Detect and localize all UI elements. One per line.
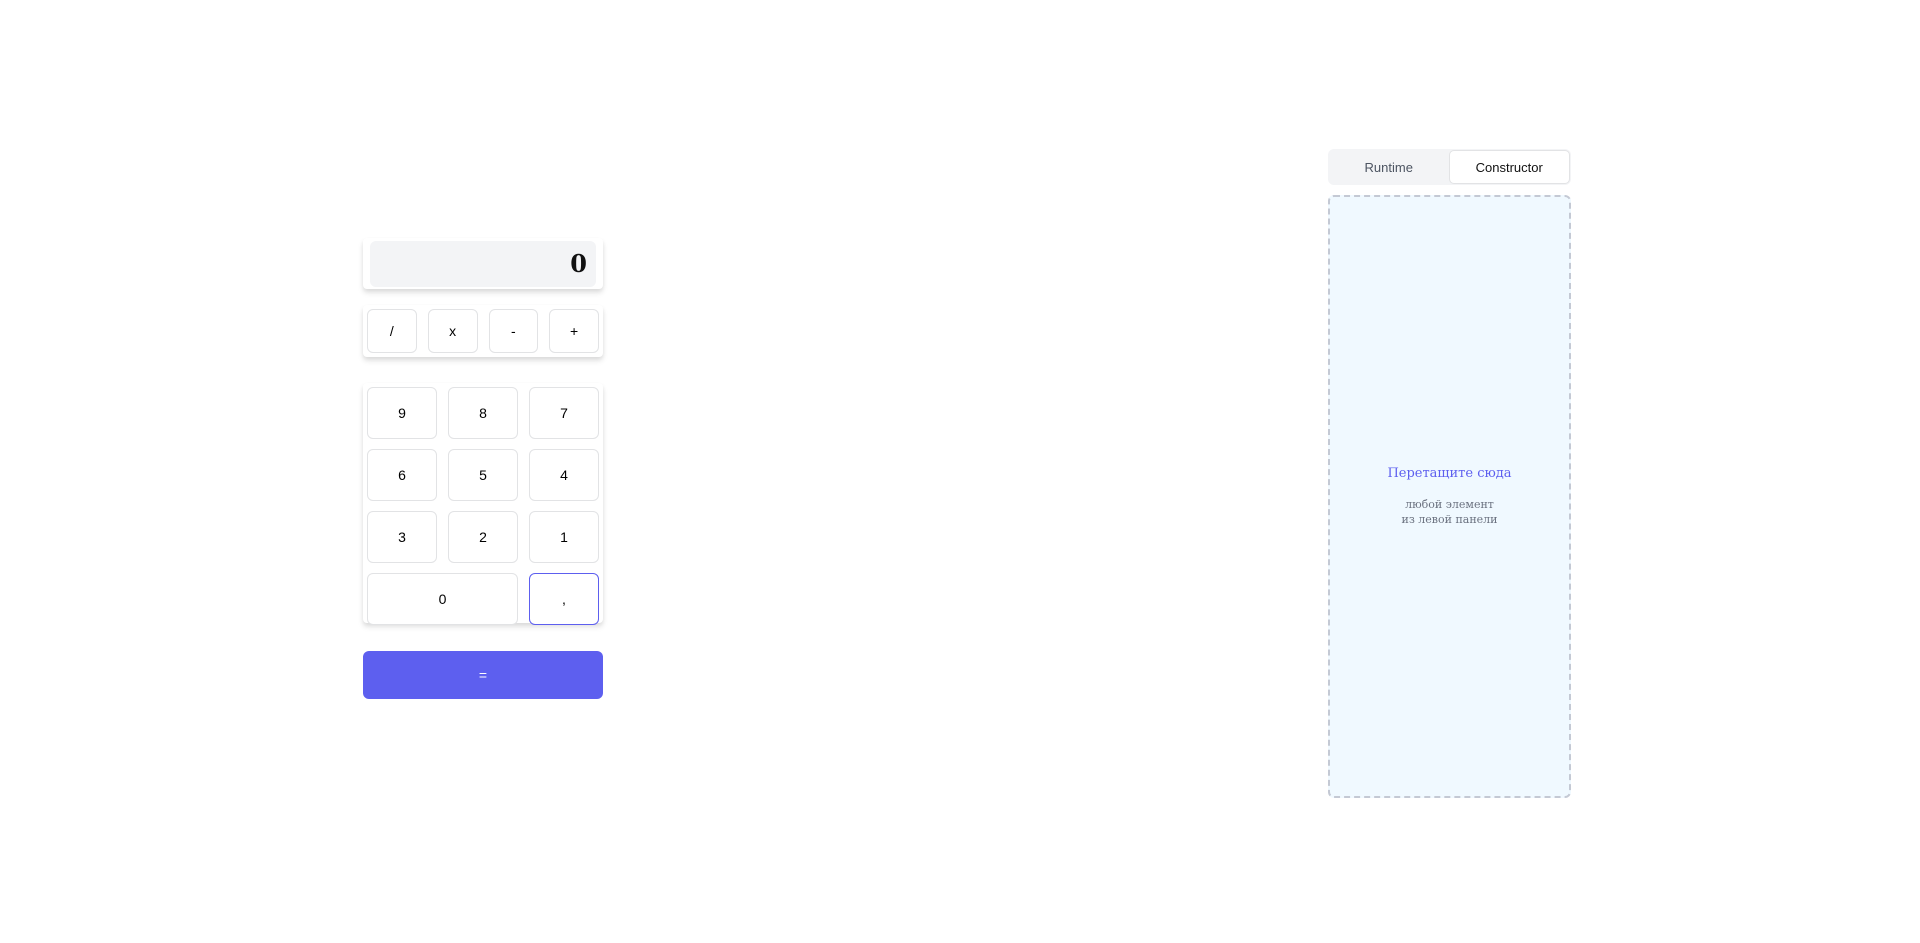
digit-6-button[interactable]: 6 xyxy=(367,449,437,501)
digit-7-button[interactable]: 7 xyxy=(529,387,599,439)
drop-zone-subtitle-line1: любой элемент xyxy=(1405,498,1494,511)
add-button[interactable]: + xyxy=(549,309,599,353)
app-root: 0 / x - + 9 8 7 6 5 4 3 2 1 0 , = Runtim… xyxy=(0,0,1920,943)
digit-3-button[interactable]: 3 xyxy=(367,511,437,563)
drop-zone-title: Перетащите сюда xyxy=(1387,466,1512,481)
digit-1-button[interactable]: 1 xyxy=(529,511,599,563)
digit-8-button[interactable]: 8 xyxy=(448,387,518,439)
equals-button[interactable]: = xyxy=(363,651,603,699)
tab-constructor[interactable]: Constructor xyxy=(1448,150,1570,184)
drop-zone-subtitle: любой элемент из левой панели xyxy=(1401,497,1497,527)
digit-9-button[interactable]: 9 xyxy=(367,387,437,439)
equals-block[interactable]: = xyxy=(363,651,603,699)
digits-block[interactable]: 9 8 7 6 5 4 3 2 1 0 , xyxy=(363,383,603,625)
digit-4-button[interactable]: 4 xyxy=(529,449,599,501)
tab-constructor-label: Constructor xyxy=(1475,159,1543,175)
multiply-button[interactable]: x xyxy=(427,309,478,353)
drop-zone[interactable]: Перетащите сюда любой элемент из левой п… xyxy=(1328,195,1571,798)
comma-button[interactable]: , xyxy=(529,573,599,625)
display-block[interactable]: 0 xyxy=(363,238,603,289)
digit-5-button[interactable]: 5 xyxy=(448,449,518,501)
subtract-button[interactable]: - xyxy=(488,309,539,353)
mode-switcher: Runtime Constructor xyxy=(1328,149,1571,185)
divide-button[interactable]: / xyxy=(367,309,417,353)
digit-2-button[interactable]: 2 xyxy=(448,511,518,563)
display-value: 0 xyxy=(370,240,596,287)
drop-zone-subtitle-line2: из левой панели xyxy=(1401,513,1498,526)
tab-runtime-label: Runtime xyxy=(1364,159,1413,175)
digit-0-button[interactable]: 0 xyxy=(367,573,518,625)
operators-block[interactable]: / x - + xyxy=(363,305,603,357)
tab-runtime[interactable]: Runtime xyxy=(1329,150,1449,184)
